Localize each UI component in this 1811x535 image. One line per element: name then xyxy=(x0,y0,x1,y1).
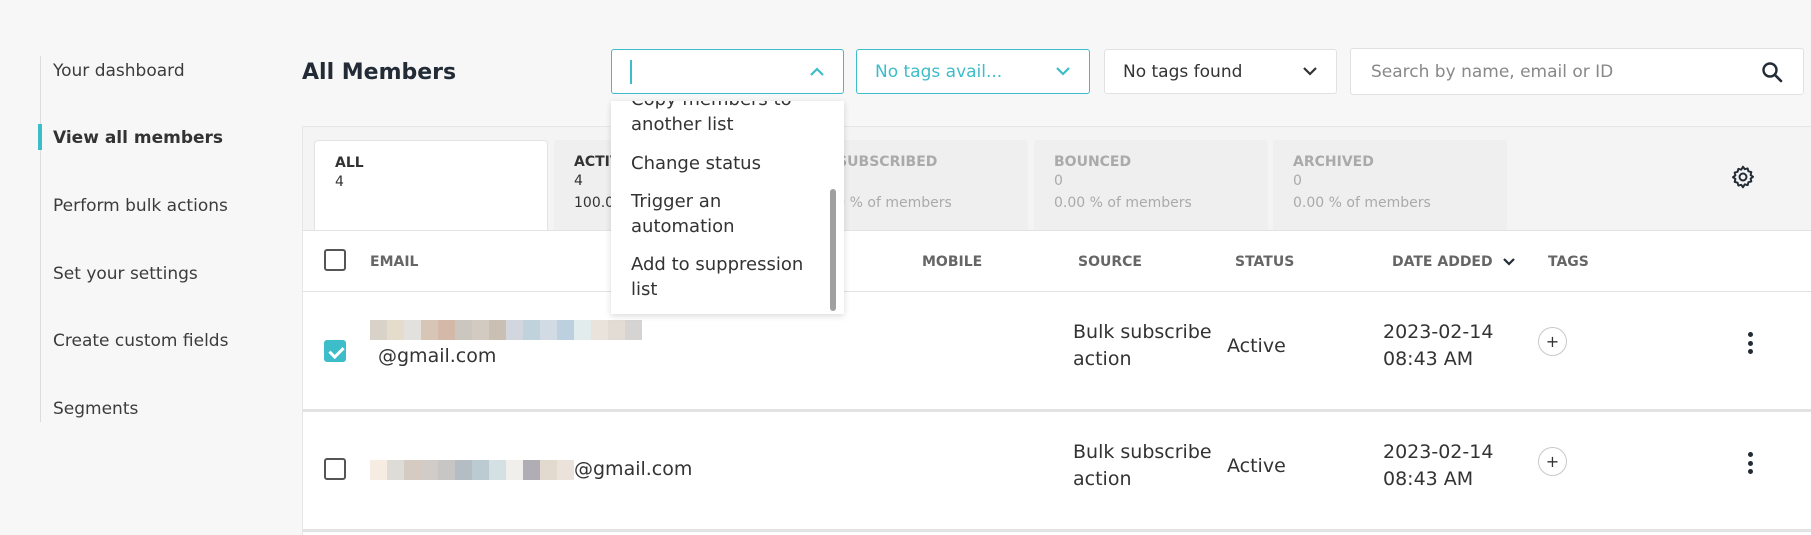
date-cell: 2023-02-14 08:43 AM xyxy=(1383,439,1493,493)
column-mobile[interactable]: MOBILE xyxy=(922,254,982,270)
column-date-added-label: DATE ADDED xyxy=(1392,254,1493,270)
sidebar-nav: Your dashboard View all members Perform … xyxy=(37,56,270,422)
table-row: @gmail.com Bulk subscribe action Active … xyxy=(303,292,1811,412)
search-input[interactable] xyxy=(1371,61,1761,82)
status-cell: Active xyxy=(1227,335,1286,357)
menu-item-change-status[interactable]: Change status xyxy=(631,151,821,176)
search-icon[interactable] xyxy=(1761,61,1783,83)
email-domain: @gmail.com xyxy=(378,345,497,367)
sidebar-item-dashboard[interactable]: Your dashboard xyxy=(53,61,185,81)
stat-tab-archived[interactable]: ARCHIVED 0 0.00 % of members xyxy=(1273,140,1507,230)
more-options-icon[interactable] xyxy=(1746,332,1754,354)
source-cell: Bulk subscribe action xyxy=(1073,441,1212,490)
date-value: 2023-02-14 xyxy=(1383,441,1494,463)
plus-icon: + xyxy=(1545,452,1560,471)
sidebar-item-view-all-members[interactable]: View all members xyxy=(37,124,223,150)
row-checkbox[interactable] xyxy=(324,340,346,362)
gear-icon[interactable] xyxy=(1730,164,1756,190)
status-cell: Active xyxy=(1227,455,1286,477)
chevron-down-icon xyxy=(1302,64,1318,80)
add-tag-button[interactable]: + xyxy=(1538,447,1567,476)
menu-item-copy-members[interactable]: Copy members to another list xyxy=(631,101,821,137)
table-row: @gmail.com Bulk subscribe action Active … xyxy=(303,412,1811,532)
text-cursor xyxy=(630,59,632,84)
stat-percent: 0.00 % of members xyxy=(1054,195,1192,211)
sidebar-item-settings[interactable]: Set your settings xyxy=(53,264,198,284)
tags-filter-select[interactable]: No tags found xyxy=(1104,49,1337,94)
email-cell: @gmail.com xyxy=(370,316,700,370)
time-value: 08:43 AM xyxy=(1383,468,1474,490)
menu-item-trigger-automation[interactable]: Trigger an automation xyxy=(631,189,821,239)
stat-count: 0 xyxy=(1054,173,1063,189)
add-tag-button[interactable]: + xyxy=(1538,327,1567,356)
menu-scrollbar[interactable] xyxy=(830,189,836,311)
chevron-up-icon xyxy=(809,64,825,80)
column-status[interactable]: STATUS xyxy=(1235,254,1294,270)
members-table: EMAIL MOBILE SOURCE STATUS DATE ADDED TA… xyxy=(302,230,1811,535)
menu-item-suppression-list[interactable]: Add to suppression list xyxy=(631,252,821,302)
email-domain: @gmail.com xyxy=(574,458,693,480)
column-tags[interactable]: TAGS xyxy=(1548,254,1589,270)
email-cell: @gmail.com xyxy=(370,456,770,483)
actions-select[interactable] xyxy=(611,49,844,94)
tags-select-value: No tags avail... xyxy=(875,61,1003,82)
stat-percent: 0.00 % of members xyxy=(1293,195,1431,211)
stat-label: ALL xyxy=(335,155,364,171)
stat-count: 4 xyxy=(335,174,344,190)
column-date-added[interactable]: DATE ADDED xyxy=(1392,254,1515,270)
tags-filter-select-value: No tags found xyxy=(1123,61,1243,82)
stat-count: 0 xyxy=(1293,173,1302,189)
redacted-email-local xyxy=(370,319,642,340)
date-cell: 2023-02-14 08:43 AM xyxy=(1383,319,1493,373)
sidebar-item-bulk-actions[interactable]: Perform bulk actions xyxy=(53,196,228,216)
plus-icon: + xyxy=(1545,332,1560,351)
source-cell: Bulk subscribe action xyxy=(1073,321,1212,370)
time-value: 08:43 AM xyxy=(1383,348,1474,370)
redacted-email-local xyxy=(370,459,574,480)
date-value: 2023-02-14 xyxy=(1383,321,1494,343)
row-checkbox[interactable] xyxy=(324,458,346,480)
more-options-icon[interactable] xyxy=(1746,452,1754,474)
search-box xyxy=(1350,48,1804,95)
chevron-down-icon xyxy=(1502,258,1515,266)
column-email[interactable]: EMAIL xyxy=(370,254,418,270)
stat-tab-all[interactable]: ALL 4 xyxy=(314,140,548,230)
table-header: EMAIL MOBILE SOURCE STATUS DATE ADDED TA… xyxy=(303,231,1811,292)
select-all-checkbox[interactable] xyxy=(324,249,346,271)
page-title: All Members xyxy=(302,60,457,85)
chevron-down-icon xyxy=(1055,64,1071,80)
bulk-actions-menu: Copy members to another list Change stat… xyxy=(611,101,844,314)
stat-tab-bounced[interactable]: BOUNCED 0 0.00 % of members xyxy=(1034,140,1268,230)
tags-select[interactable]: No tags avail... xyxy=(856,49,1090,94)
stat-label: ARCHIVED xyxy=(1293,154,1374,170)
column-source[interactable]: SOURCE xyxy=(1078,254,1142,270)
sidebar-item-segments[interactable]: Segments xyxy=(53,399,138,419)
sidebar-item-custom-fields[interactable]: Create custom fields xyxy=(53,331,228,351)
stat-label: BOUNCED xyxy=(1054,154,1132,170)
